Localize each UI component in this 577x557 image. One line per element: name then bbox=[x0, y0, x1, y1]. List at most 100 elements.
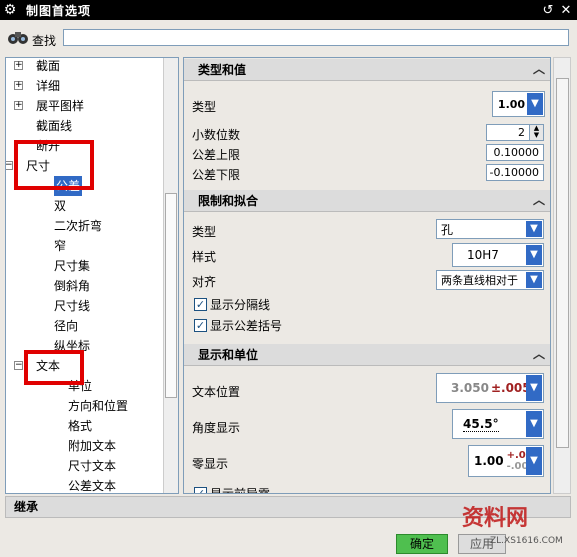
tree-item-label: 二次折弯 bbox=[54, 219, 103, 233]
tree-item[interactable]: 尺寸集 bbox=[6, 256, 161, 276]
zero-combo[interactable]: 1.00 +.05 -.00 ▼ bbox=[468, 445, 544, 477]
show-separator-row[interactable]: ✓ 显示分隔线 bbox=[194, 296, 270, 313]
tree-item[interactable]: 公差文本 bbox=[6, 476, 161, 493]
angle-label: 角度显示 bbox=[192, 421, 241, 435]
tree-item[interactable]: 尺寸文本 bbox=[6, 456, 161, 476]
tree-item[interactable]: 双 bbox=[6, 196, 161, 216]
zero-value: 1.00 bbox=[474, 454, 504, 468]
tree-item[interactable]: 方向和位置 bbox=[6, 396, 161, 416]
tree-item[interactable]: + 截面 bbox=[6, 58, 161, 76]
watermark-logo: 资料网 bbox=[462, 506, 529, 531]
text-pos-combo[interactable]: 3.050 ±.005 ▼ bbox=[436, 373, 544, 403]
scroll-thumb[interactable] bbox=[165, 193, 177, 398]
tree-item[interactable]: 径向 bbox=[6, 316, 161, 336]
expand-icon[interactable]: + bbox=[14, 81, 23, 90]
expand-icon[interactable]: + bbox=[14, 101, 23, 110]
tree-item-label: 尺寸集 bbox=[54, 259, 91, 273]
section-limits-fits[interactable]: 限制和拟合 ︿ bbox=[184, 190, 550, 212]
decimals-label: 小数位数 bbox=[192, 128, 241, 142]
align-combo[interactable]: 两条直线相对于 ▼ bbox=[436, 270, 544, 290]
chevron-down-icon[interactable]: ▼ bbox=[526, 447, 542, 475]
tree-scrollbar[interactable] bbox=[163, 58, 178, 493]
angle-combo[interactable]: 45.5° ▼ bbox=[452, 409, 544, 439]
tree-item[interactable]: 尺寸线 bbox=[6, 296, 161, 316]
close-icon[interactable]: ✕ bbox=[558, 2, 574, 18]
tree-item[interactable]: 附加文本 bbox=[6, 436, 161, 456]
fit-style-label: 样式 bbox=[192, 250, 217, 264]
leading-zero-row[interactable]: ✓ 显示前导零 bbox=[194, 485, 270, 493]
title-bar: ⚙ 制图首选项 ↺ ✕ bbox=[0, 0, 577, 20]
fit-style-value: 10H7 bbox=[467, 248, 499, 262]
fit-style-combo[interactable]: 10H7 ▼ bbox=[452, 243, 544, 267]
tree-item[interactable]: + 展平图样 bbox=[6, 96, 161, 116]
tree-item-label: 截面线 bbox=[36, 119, 73, 133]
fit-type-value: 孔 bbox=[441, 222, 454, 237]
tree-item-label: 尺寸线 bbox=[54, 299, 91, 313]
search-input[interactable] bbox=[63, 29, 569, 46]
show-separator-checkbox[interactable]: ✓ bbox=[194, 298, 207, 311]
ok-button[interactable]: 确定 bbox=[396, 534, 448, 554]
align-value: 两条直线相对于 bbox=[441, 274, 518, 287]
tree-item[interactable]: + 详细 bbox=[6, 76, 161, 96]
collapse-icon[interactable]: − bbox=[6, 161, 13, 170]
expand-icon[interactable]: + bbox=[14, 61, 23, 70]
property-scrollbar[interactable] bbox=[553, 57, 571, 494]
tree-item-label: 双 bbox=[54, 199, 67, 213]
align-label: 对齐 bbox=[192, 275, 217, 289]
highlight-box-dimension bbox=[14, 140, 94, 190]
binoculars-icon bbox=[7, 29, 29, 45]
angle-value: 45.5° bbox=[463, 416, 499, 432]
window-title: 制图首选项 bbox=[26, 3, 92, 18]
tree-item-label: 截面 bbox=[36, 59, 61, 73]
lower-tol-field[interactable]: -0.10000 bbox=[486, 164, 544, 181]
tree-item-label: 展平图样 bbox=[36, 99, 85, 113]
leading-zero-checkbox[interactable]: ✓ bbox=[194, 487, 207, 493]
tree-item[interactable]: 格式 bbox=[6, 416, 161, 436]
tree-item-label: 附加文本 bbox=[68, 439, 117, 453]
lower-tol-label: 公差下限 bbox=[192, 168, 241, 182]
section-display-units[interactable]: 显示和单位 ︿ bbox=[184, 344, 550, 366]
chevron-down-icon[interactable]: ▼ bbox=[526, 221, 542, 237]
search-label: 查找 bbox=[32, 34, 57, 48]
chevron-down-icon[interactable]: ▼ bbox=[526, 245, 542, 265]
chevron-down-icon[interactable]: ▼ bbox=[526, 272, 542, 288]
collapse-icon[interactable]: ︿ bbox=[531, 346, 547, 362]
collapse-icon[interactable]: ︿ bbox=[531, 192, 547, 208]
upper-tol-field[interactable]: 0.10000 bbox=[486, 144, 544, 161]
tree-item[interactable]: 二次折弯 bbox=[6, 216, 161, 236]
tree-item[interactable]: 倒斜角 bbox=[6, 276, 161, 296]
text-pos-label: 文本位置 bbox=[192, 385, 241, 399]
fit-type-combo[interactable]: 孔 ▼ bbox=[436, 219, 544, 239]
decimals-value: 2 bbox=[518, 126, 525, 139]
chevron-down-icon[interactable]: ▼ bbox=[526, 375, 542, 401]
upper-tol-label: 公差上限 bbox=[192, 148, 241, 162]
chevron-down-icon[interactable]: ▼ bbox=[527, 93, 543, 115]
tree-item-label: 窄 bbox=[54, 239, 67, 253]
collapse-icon[interactable]: − bbox=[14, 361, 23, 370]
tree-item-label: 格式 bbox=[68, 419, 93, 433]
chevron-down-icon[interactable]: ▼ bbox=[526, 411, 542, 437]
tree-item[interactable]: 窄 bbox=[6, 236, 161, 256]
show-brackets-checkbox[interactable]: ✓ bbox=[194, 319, 207, 332]
spin-arrows-icon[interactable]: ▲ ▼ bbox=[529, 125, 543, 140]
text-pos-tol: ±.005 bbox=[490, 381, 531, 395]
category-tree: + 截面 + 详细 + 展平图样 截面线 断开 − 尺寸 公差双二次折弯窄尺寸集 倒斜角 尺寸线 径向 纵坐… bbox=[5, 57, 179, 494]
show-separator-label: 显示分隔线 bbox=[210, 298, 271, 312]
section-display-units-title: 显示和单位 bbox=[198, 348, 259, 362]
show-brackets-label: 显示公差括号 bbox=[210, 319, 283, 333]
decimals-stepper[interactable]: 2 ▲ ▼ bbox=[486, 124, 544, 141]
gear-icon: ⚙ bbox=[3, 2, 17, 18]
show-brackets-row[interactable]: ✓ 显示公差括号 bbox=[194, 317, 282, 334]
type-combo[interactable]: 1.00 ▼ bbox=[492, 91, 545, 117]
collapse-icon[interactable]: ︿ bbox=[531, 61, 547, 77]
tree-item-label: 详细 bbox=[36, 79, 61, 93]
tree-item-label: 公差文本 bbox=[68, 479, 117, 493]
section-type-values[interactable]: 类型和值 ︿ bbox=[184, 59, 550, 81]
tree-item[interactable]: 截面线 bbox=[6, 116, 161, 136]
tree-item-label: 倒斜角 bbox=[54, 279, 91, 293]
type-label: 类型 bbox=[192, 100, 217, 114]
search-bar: 查找 bbox=[0, 20, 577, 54]
scroll-thumb[interactable] bbox=[556, 78, 569, 448]
fit-type-label: 类型 bbox=[192, 225, 217, 239]
reset-icon[interactable]: ↺ bbox=[540, 2, 556, 18]
